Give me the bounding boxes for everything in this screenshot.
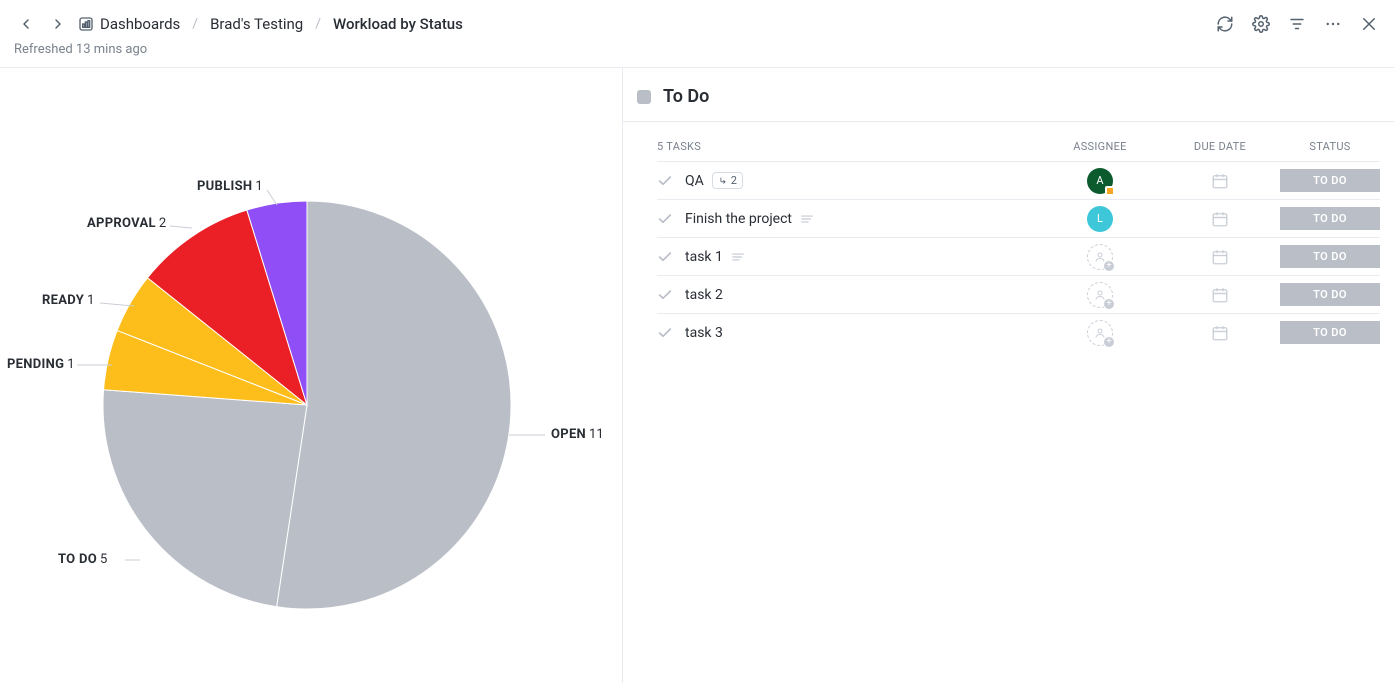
task-row[interactable]: task 3 + TO DO (657, 313, 1380, 351)
column-header-status[interactable]: STATUS (1280, 140, 1380, 153)
refresh-button[interactable] (1214, 13, 1236, 35)
breadcrumb-label: Brad's Testing (210, 15, 303, 33)
due-date-cell[interactable] (1160, 324, 1280, 342)
assign-user-button[interactable]: + (1087, 244, 1113, 270)
complete-check-icon[interactable] (657, 325, 673, 341)
pie-label-approval: APPROVAL2 (87, 216, 166, 231)
pie-label-todo: TO DO5 (58, 552, 107, 567)
assignee-cell[interactable]: + (1040, 244, 1160, 270)
task-row[interactable]: Finish the project L TO DO (657, 199, 1380, 237)
column-header-due[interactable]: DUE DATE (1160, 140, 1280, 153)
nav-forward-button[interactable] (46, 12, 70, 36)
status-badge[interactable]: TO DO (1280, 169, 1380, 192)
task-row[interactable]: task 2 + TO DO (657, 275, 1380, 313)
task-name: task 3 (685, 325, 723, 341)
breadcrumb-current: Workload by Status (333, 15, 463, 33)
description-icon (731, 250, 745, 264)
panel-title: To Do (663, 86, 709, 107)
filter-button[interactable] (1286, 13, 1308, 35)
task-name: Finish the project (685, 211, 792, 227)
complete-check-icon[interactable] (657, 173, 673, 189)
nav-back-button[interactable] (14, 12, 38, 36)
breadcrumb-folder[interactable]: Brad's Testing (210, 15, 303, 33)
settings-button[interactable] (1250, 13, 1272, 35)
assign-user-button[interactable]: + (1087, 282, 1113, 308)
pie-label-ready: READY1 (42, 293, 94, 308)
pie-label-publish: PUBLISH1 (197, 179, 263, 194)
due-date-cell[interactable] (1160, 286, 1280, 304)
status-badge[interactable]: TO DO (1280, 207, 1380, 230)
status-badge[interactable]: TO DO (1280, 321, 1380, 344)
status-badge[interactable]: TO DO (1280, 283, 1380, 306)
complete-check-icon[interactable] (657, 211, 673, 227)
complete-check-icon[interactable] (657, 287, 673, 303)
assign-user-button[interactable]: + (1087, 320, 1113, 346)
task-name: task 2 (685, 287, 723, 303)
task-row[interactable]: QA 2 A TO DO (657, 161, 1380, 199)
assignee-cell[interactable]: + (1040, 282, 1160, 308)
due-date-cell[interactable] (1160, 172, 1280, 190)
status-color-swatch (637, 90, 651, 104)
breadcrumb-label: Dashboards (100, 15, 180, 33)
subtask-count-badge[interactable]: 2 (712, 172, 743, 189)
breadcrumb-separator: / (192, 16, 198, 32)
pie-label-pending: PENDING1 (7, 357, 75, 372)
assignee-cell[interactable]: A (1040, 168, 1160, 194)
pie-label-open: OPEN11 (551, 427, 604, 442)
complete-check-icon[interactable] (657, 249, 673, 265)
status-badge[interactable]: TO DO (1280, 245, 1380, 268)
column-header-assignee[interactable]: ASSIGNEE (1040, 140, 1160, 153)
task-name: task 1 (685, 249, 723, 265)
column-header-tasks[interactable]: 5 TASKS (657, 140, 1040, 153)
task-name: QA (685, 173, 704, 189)
chart-panel: OPEN11 TO DO5 PENDING1 READY1 APPROVAL2 … (0, 68, 623, 683)
dashboard-icon (78, 16, 94, 32)
breadcrumb-separator: / (315, 16, 321, 32)
breadcrumb-dashboards[interactable]: Dashboards (78, 15, 180, 33)
assignee-cell[interactable]: L (1040, 206, 1160, 232)
assignee-cell[interactable]: + (1040, 320, 1160, 346)
due-date-cell[interactable] (1160, 210, 1280, 228)
assignee-avatar[interactable]: L (1087, 206, 1113, 232)
refreshed-text: Refreshed 13 mins ago (14, 42, 147, 57)
close-button[interactable] (1358, 13, 1380, 35)
task-row[interactable]: task 1 + TO DO (657, 237, 1380, 275)
assignee-avatar[interactable]: A (1087, 168, 1113, 194)
more-button[interactable] (1322, 13, 1344, 35)
due-date-cell[interactable] (1160, 248, 1280, 266)
description-icon (800, 212, 814, 226)
